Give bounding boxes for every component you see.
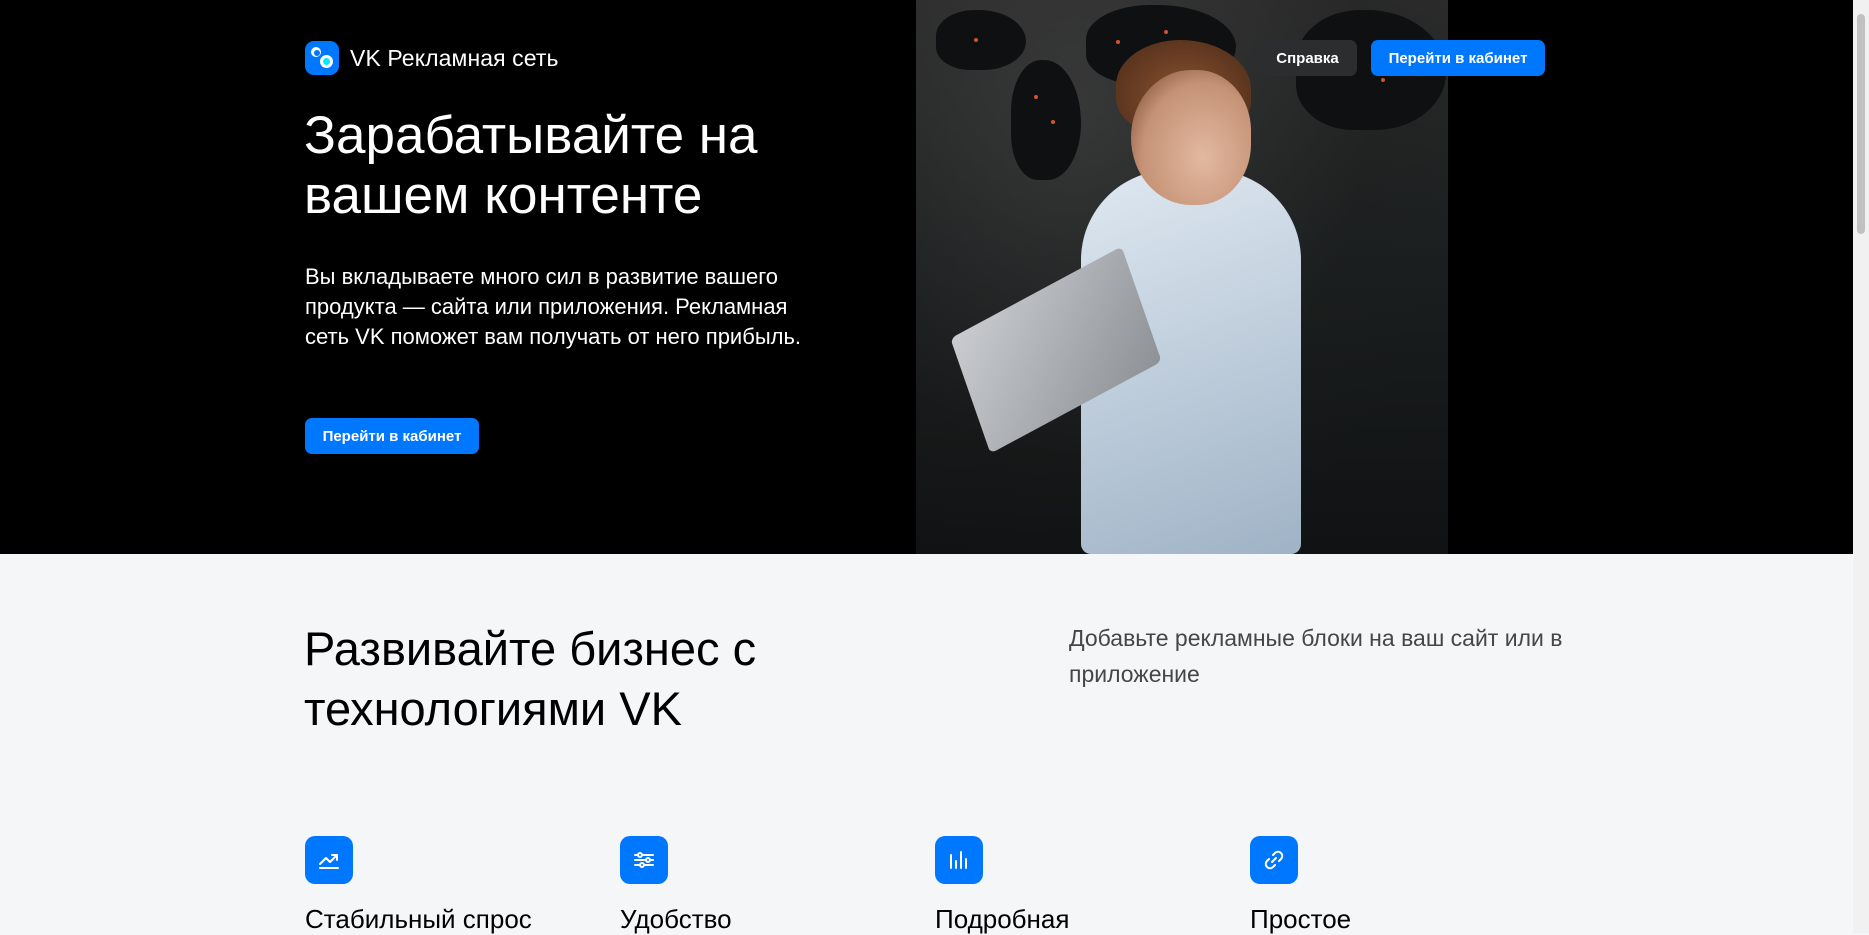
feature-stable-demand: Стабильный спрос <box>305 836 605 935</box>
business-subtitle: Добавьте рекламные блоки на ваш сайт или… <box>1069 625 1563 687</box>
hero-cabinet-button[interactable]: Перейти в кабинет <box>305 418 479 454</box>
scrollbar[interactable] <box>1853 0 1869 933</box>
logo[interactable]: VK Рекламная сеть <box>305 41 559 75</box>
vk-ads-logo-icon <box>305 41 339 75</box>
bar-chart-icon <box>935 836 983 884</box>
map-dot <box>1116 40 1120 44</box>
person-face <box>1131 70 1251 205</box>
feature-detailed: Подробная <box>935 836 1235 935</box>
map-dot <box>1051 120 1055 124</box>
scrollbar-thumb[interactable] <box>1857 14 1865 234</box>
map-dot <box>1381 78 1385 82</box>
business-title: Развивайте бизнес с технологиями VK <box>304 622 757 735</box>
sliders-icon <box>620 836 668 884</box>
feature-title: Простое <box>1250 904 1352 934</box>
map-dot <box>1164 30 1168 34</box>
go-to-cabinet-button[interactable]: Перейти в кабинет <box>1371 40 1545 76</box>
map-dot <box>974 38 978 42</box>
world-map-shape <box>1011 60 1081 180</box>
hero-title: Зарабатывайте на вашем контенте <box>304 106 758 225</box>
map-dot <box>1034 95 1038 99</box>
feature-simple: Простое <box>1250 836 1550 935</box>
world-map-shape <box>936 10 1026 70</box>
link-icon <box>1250 836 1298 884</box>
hero-section: VK Рекламная сеть Справка Перейти в каби… <box>0 0 1853 554</box>
feature-title: Стабильный спрос <box>305 904 532 934</box>
help-button[interactable]: Справка <box>1258 40 1357 76</box>
hero-subtitle: Вы вкладываете много сил в развитие ваше… <box>305 264 802 349</box>
hero-photo <box>916 0 1448 554</box>
feature-convenience: Удобство <box>620 836 920 935</box>
feature-title: Удобство <box>620 904 732 934</box>
logo-text: VK Рекламная сеть <box>350 44 559 71</box>
trending-up-icon <box>305 836 353 884</box>
feature-title: Подробная <box>935 904 1070 934</box>
